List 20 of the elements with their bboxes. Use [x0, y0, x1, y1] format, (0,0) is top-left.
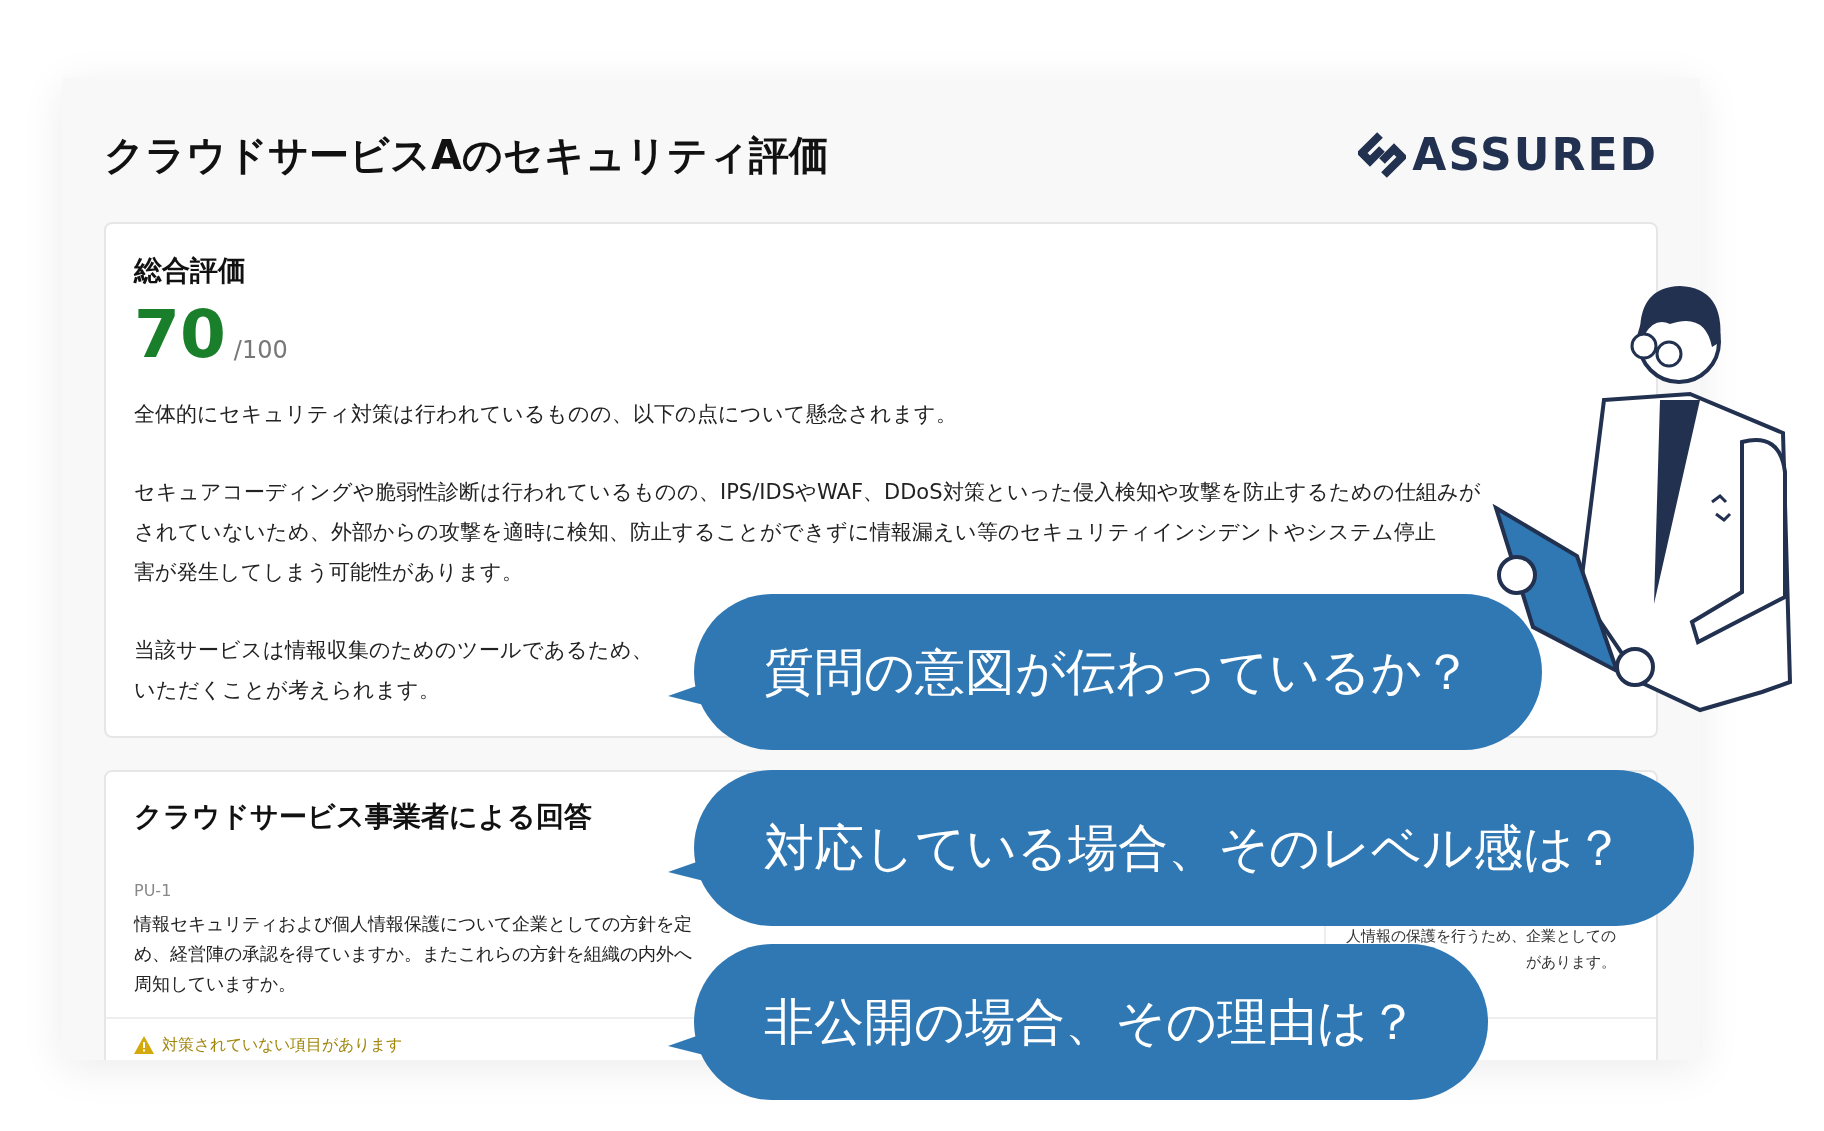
- question-text: 情報セキュリティおよび個人情報保護について企業としての方針を定め、経営陣の承認を得ていますか。またこれらの方針を組織の内外へ周知していますか。: [134, 912, 693, 997]
- body-text-line: セキュアコーディングや脆弱性診断は行われているものの、IPS/IDSやWAF、DDoS対策といった侵入検知や攻撃を防止するための仕組みが: [134, 478, 1481, 506]
- body-text-line: されていないため、外部からの攻撃を適時に検知、防止することができずに情報漏えい等のセキュリティインシデントやシステム停止: [134, 518, 1436, 546]
- body-text-line: 当該サービスは情報収集のためのツールであるため、: [134, 636, 653, 664]
- section-heading: クラウドサービス事業者による回答: [134, 799, 593, 834]
- speech-bubble: 質問の意図が伝わっているか？: [668, 594, 1542, 750]
- question-code: PU-1: [134, 880, 173, 903]
- page-title: クラウドサービスAのセキュリティ評価: [104, 131, 829, 179]
- body-text-line: いただくことが考えられます。: [134, 676, 440, 704]
- section-heading: 総合評価: [134, 254, 247, 288]
- warning-text: 対策されていない項目があります: [162, 1034, 402, 1057]
- logo-icon: [1358, 131, 1407, 179]
- warning-icon: [134, 1036, 154, 1055]
- body-text-line: 害が発生してしまう可能性があります。: [134, 558, 523, 586]
- logo-text: ASSURED: [1412, 133, 1658, 177]
- answer-note-line: 人情報の保護を行うため、企業としての: [1346, 926, 1616, 948]
- score-max: /100: [233, 334, 288, 366]
- answer-note-line: があります。: [1526, 952, 1616, 974]
- score-value: 70: [134, 301, 226, 368]
- body-text-line: 全体的にセキュリティ対策は行われているものの、以下の点について懸念されます。: [134, 400, 957, 428]
